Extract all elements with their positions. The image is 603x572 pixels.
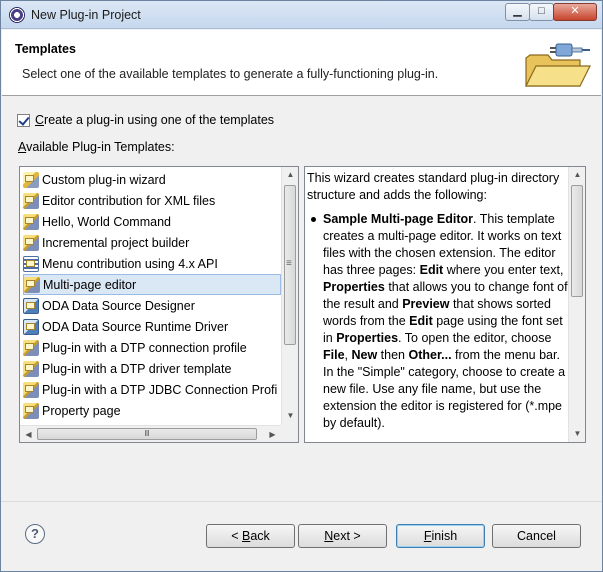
template-list-item[interactable]: Hello, World Command (23, 211, 281, 232)
use-template-checkbox-row[interactable]: Create a plug-in using one of the templa… (17, 113, 274, 127)
template-list-item-label: ODA Data Source Runtime Driver (42, 319, 229, 334)
use-template-checkbox[interactable] (17, 113, 30, 127)
template-list-item-label: Property page (42, 403, 121, 418)
template-description-panel: This wizard creates standard plug-in dir… (304, 166, 586, 443)
template-list-item-label: Plug-in with a DTP connection profile (42, 340, 247, 355)
template-list-item[interactable]: Plug-in with a DTP driver template (23, 358, 281, 379)
next-button[interactable]: Next > (298, 524, 387, 548)
template-list-item[interactable]: ODA Data Source Designer (23, 295, 281, 316)
menu-icon (23, 255, 39, 272)
description-run: Properties (323, 280, 385, 294)
plugin-icon (23, 213, 39, 230)
oda-icon (23, 318, 39, 335)
template-list-item-label: Multi-page editor (43, 277, 137, 292)
description-run: Properties (336, 331, 399, 345)
title-bar[interactable]: New Plug-in Project ▁ □ ✕ (1, 1, 602, 29)
finish-button[interactable]: Finish (396, 524, 485, 548)
description-run: where you enter text, (443, 263, 564, 277)
description-run: Edit (409, 314, 433, 328)
close-button[interactable]: ✕ (553, 3, 597, 21)
plugin-icon (23, 360, 39, 377)
description-run: New (351, 348, 378, 362)
plugin-icon (23, 402, 39, 419)
wizard-header: Templates Select one of the available te… (2, 30, 601, 96)
plugin-icon (23, 339, 39, 356)
window-title: New Plug-in Project (31, 8, 141, 22)
template-list-vertical-scrollbar[interactable]: ▲ ≡ ▼ (281, 167, 298, 425)
template-list-item[interactable]: Plug-in with a DTP JDBC Connection Profi (23, 379, 281, 400)
description-intro: This wizard creates standard plug-in dir… (307, 171, 560, 202)
eclipse-icon (9, 7, 25, 23)
cancel-button[interactable]: Cancel (492, 524, 581, 548)
scroll-right-arrow-icon[interactable]: ▶ (264, 430, 281, 439)
template-list-item-label: Editor contribution for XML files (42, 193, 216, 208)
scroll-down-arrow-icon[interactable]: ▼ (282, 411, 298, 420)
plugin-icon (23, 234, 39, 251)
description-bullet: Sample Multi-page Editor. This template … (307, 211, 569, 432)
desc-scroll-down-arrow-icon[interactable]: ▼ (569, 429, 585, 438)
plugin-icon (23, 381, 39, 398)
scrollbar-corner (281, 425, 298, 442)
description-run: , (344, 348, 352, 362)
template-list-item-label: Custom plug-in wizard (42, 172, 166, 187)
maximize-button[interactable]: □ (529, 3, 554, 21)
template-list-item[interactable]: Multi-page editor (23, 274, 281, 295)
description-run: File (323, 348, 345, 362)
new-plugin-project-dialog: New Plug-in Project ▁ □ ✕ Templates Sele… (0, 0, 603, 572)
template-list-horizontal-scrollbar[interactable]: ◀ Ⅲ ▶ (20, 425, 281, 442)
help-icon[interactable]: ? (25, 524, 45, 544)
template-list-item[interactable]: Plug-in with a DTP connection profile (23, 337, 281, 358)
description-run: Sample Multi-page Editor (323, 212, 474, 226)
description-run: Other... (408, 348, 452, 362)
grip-icon: ≡ (286, 258, 292, 269)
template-list-item-label: ODA Data Source Designer (42, 298, 195, 313)
description-run: Edit (419, 263, 444, 277)
template-list-item[interactable]: Property page (23, 400, 281, 421)
template-list-item[interactable]: Editor contribution for XML files (23, 190, 281, 211)
available-templates-label: Available Plug-in Templates: (18, 140, 175, 154)
scroll-thumb[interactable]: ≡ (284, 185, 296, 345)
desc-scroll-up-arrow-icon[interactable]: ▲ (569, 170, 585, 179)
use-template-label: Create a plug-in using one of the templa… (35, 113, 275, 127)
template-list[interactable]: Custom plug-in wizard Editor contribution… (19, 166, 299, 443)
back-button[interactable]: < Back (206, 524, 295, 548)
hgrip-icon: Ⅲ (144, 429, 150, 438)
template-list-item-label: Incremental project builder (42, 235, 190, 250)
scroll-left-arrow-icon[interactable]: ◀ (20, 430, 37, 439)
page-description: Select one of the available templates to… (22, 67, 439, 81)
desc-scroll-thumb[interactable] (571, 185, 583, 297)
description-run: Preview (402, 297, 450, 311)
template-list-item-label: Hello, World Command (42, 214, 171, 229)
footer-separator (1, 501, 602, 502)
page-title: Templates (15, 42, 76, 56)
description-run: . To open the editor, choose (398, 331, 552, 345)
template-list-item-label: Plug-in with a DTP driver template (42, 361, 232, 376)
template-list-item[interactable]: Custom plug-in wizard (23, 169, 281, 190)
template-list-item[interactable]: ODA Data Source Runtime Driver (23, 316, 281, 337)
oda-icon (23, 297, 39, 314)
plugin-folder-banner-icon (525, 43, 591, 87)
template-list-item[interactable]: Menu contribution using 4.x API (23, 253, 281, 274)
template-list-item[interactable]: Incremental project builder (23, 232, 281, 253)
description-vertical-scrollbar[interactable]: ▲ ▼ (568, 167, 585, 442)
template-list-item-label: Menu contribution using 4.x API (42, 256, 218, 271)
plugin-icon (24, 276, 40, 293)
template-list-item-label: Plug-in with a DTP JDBC Connection Profi (42, 382, 278, 397)
scroll-up-arrow-icon[interactable]: ▲ (282, 170, 298, 179)
plugin-icon (23, 192, 39, 209)
minimize-button[interactable]: ▁ (505, 3, 530, 21)
horizontal-scroll-thumb[interactable]: Ⅲ (37, 428, 257, 440)
wizard-icon (23, 171, 39, 188)
description-run: then (377, 348, 409, 362)
